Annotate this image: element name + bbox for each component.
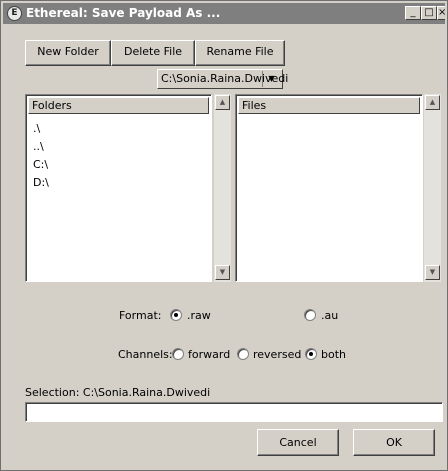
format-au-label[interactable]: .au: [321, 309, 338, 322]
channel-forward-radio[interactable]: [172, 348, 184, 360]
scroll-down-icon[interactable]: ▼: [425, 265, 440, 280]
folder-item-current[interactable]: .\: [33, 122, 40, 135]
close-button[interactable]: ×: [437, 6, 446, 20]
window-title: Ethereal: Save Payload As ...: [26, 6, 221, 20]
format-label: Format:: [119, 309, 162, 322]
channel-both-radio[interactable]: [305, 348, 317, 360]
files-scrollbar[interactable]: ▲ ▼: [424, 94, 441, 282]
scroll-down-icon[interactable]: ▼: [215, 265, 230, 280]
radio-selected-dot: [174, 313, 178, 317]
chevron-down-icon[interactable]: ▼: [262, 71, 280, 87]
channel-both-label[interactable]: both: [321, 348, 346, 361]
ethereal-app-icon: E: [7, 6, 22, 21]
format-raw-label[interactable]: .raw: [187, 309, 211, 322]
minimize-button[interactable]: _: [405, 6, 421, 20]
folder-item-c-drive[interactable]: C:\: [33, 158, 48, 171]
format-au-radio[interactable]: [304, 309, 316, 321]
new-folder-button[interactable]: New Folder: [25, 40, 111, 66]
selection-label: Selection: C:\Sonia.Raina.Dwivedi: [25, 386, 211, 399]
path-dropdown[interactable]: C:\Sonia.Raina.Dwivedi ▼: [157, 69, 288, 89]
format-raw-radio[interactable]: [170, 309, 182, 321]
delete-file-button[interactable]: Delete File: [111, 40, 195, 66]
channel-reversed-radio[interactable]: [237, 348, 249, 360]
folders-list[interactable]: Folders .\ ..\ C:\ D:\: [25, 94, 212, 282]
ok-button[interactable]: OK: [353, 429, 435, 456]
folders-scrollbar[interactable]: ▲ ▼: [214, 94, 231, 282]
folder-item-d-drive[interactable]: D:\: [33, 176, 49, 189]
files-list[interactable]: Files: [235, 94, 423, 282]
folder-item-parent[interactable]: ..\: [33, 140, 44, 153]
scroll-up-icon[interactable]: ▲: [425, 95, 440, 110]
save-payload-dialog: E Ethereal: Save Payload As ... _ □ × Ne…: [0, 0, 448, 471]
folders-header: Folders: [28, 97, 209, 114]
rename-file-button[interactable]: Rename File: [195, 40, 285, 66]
scroll-up-icon[interactable]: ▲: [215, 95, 230, 110]
radio-selected-dot: [309, 352, 313, 356]
channel-forward-label[interactable]: forward: [188, 348, 230, 361]
maximize-button[interactable]: □: [421, 6, 437, 20]
channel-reversed-label[interactable]: reversed: [253, 348, 301, 361]
files-header: Files: [238, 97, 420, 114]
cancel-button[interactable]: Cancel: [257, 429, 339, 456]
selection-input[interactable]: [25, 402, 443, 422]
title-bar: E Ethereal: Save Payload As ... _ □ ×: [3, 3, 446, 24]
channels-label: Channels:: [118, 348, 173, 361]
